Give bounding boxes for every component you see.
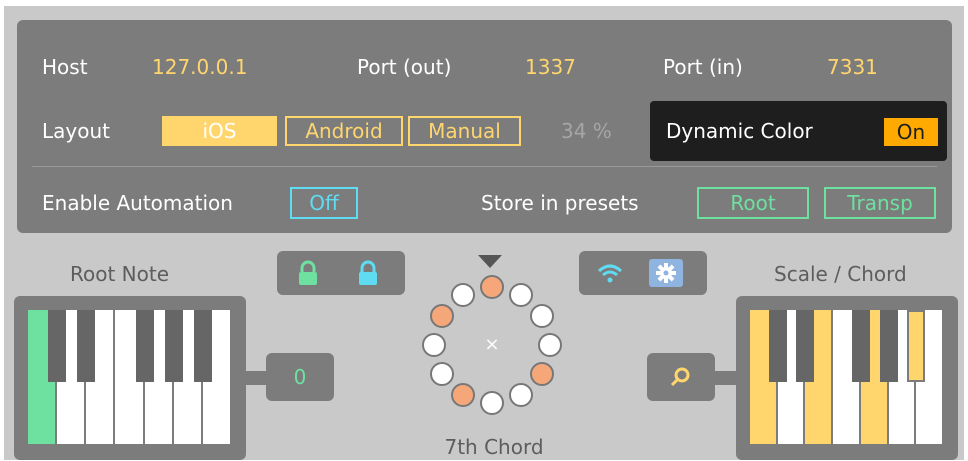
chord-note-circle[interactable] <box>422 333 446 357</box>
gear-icon[interactable] <box>649 259 683 287</box>
root-note-label: Root Note <box>70 262 170 286</box>
host-value[interactable]: 127.0.0.1 <box>152 53 247 81</box>
layout-label: Layout <box>42 119 110 143</box>
root-note-value[interactable]: 0 <box>266 353 334 401</box>
layout-option-manual[interactable]: Manual <box>408 116 521 146</box>
dynamic-color-label: Dynamic Color <box>666 119 813 143</box>
root-keyboard-frame <box>14 296 246 460</box>
black-key[interactable] <box>48 310 67 382</box>
layout-option-ios[interactable]: iOS <box>162 116 277 146</box>
preset-transp-toggle[interactable]: Transp <box>824 187 936 219</box>
black-key[interactable] <box>879 310 898 382</box>
automation-label: Enable Automation <box>42 191 233 215</box>
chord-note-circle[interactable] <box>451 383 475 408</box>
black-key[interactable] <box>164 310 183 382</box>
layout-percent: 34 % <box>561 119 612 143</box>
scale-keyboard-frame <box>736 296 958 460</box>
scale-keyboard[interactable] <box>750 310 944 444</box>
chord-note-circle[interactable] <box>509 383 533 408</box>
panel-divider <box>32 166 937 167</box>
black-key[interactable] <box>907 310 926 382</box>
automation-toggle[interactable]: Off <box>290 187 358 219</box>
chord-note-circle[interactable] <box>480 391 504 415</box>
store-presets-label: Store in presets <box>481 191 639 215</box>
lock-group <box>277 251 405 295</box>
black-key[interactable] <box>135 310 154 382</box>
host-label: Host <box>42 55 88 79</box>
sync-group <box>579 251 707 295</box>
scale-chord-label: Scale / Chord <box>774 262 907 286</box>
chord-center-symbol: × <box>484 334 500 355</box>
chord-note-circle[interactable] <box>538 333 562 357</box>
chord-note-circle[interactable] <box>530 362 555 386</box>
settings-panel: Host 127.0.0.1 Port (out) 1337 Port (in)… <box>17 20 952 233</box>
black-key[interactable] <box>796 310 815 382</box>
port-out-label: Port (out) <box>357 55 452 79</box>
chord-wheel[interactable]: × <box>420 272 564 418</box>
chord-label: 7th Chord <box>444 435 544 459</box>
port-in-value[interactable]: 7331 <box>827 53 878 81</box>
dynamic-color-box: Dynamic Color On <box>650 101 947 161</box>
device-panel: Host 127.0.0.1 Port (out) 1337 Port (in)… <box>4 6 964 460</box>
black-key[interactable] <box>851 310 870 382</box>
chord-note-circle[interactable] <box>429 362 454 386</box>
black-key[interactable] <box>77 310 96 382</box>
port-in-label: Port (in) <box>663 55 743 79</box>
preset-root-toggle[interactable]: Root <box>697 187 809 219</box>
black-key[interactable] <box>193 310 212 382</box>
search-icon <box>670 366 692 392</box>
chord-note-circle[interactable] <box>480 275 504 299</box>
lock-icon[interactable] <box>297 260 319 290</box>
chord-note-circle[interactable] <box>530 304 555 328</box>
port-out-value[interactable]: 1337 <box>525 53 576 81</box>
root-keyboard[interactable] <box>28 310 232 444</box>
chord-note-circle[interactable] <box>429 304 454 328</box>
chord-note-circle[interactable] <box>509 282 533 307</box>
black-key[interactable] <box>768 310 787 382</box>
triangle-down-icon <box>478 254 502 273</box>
scale-search-button[interactable] <box>647 353 715 401</box>
dynamic-color-toggle[interactable]: On <box>884 118 938 146</box>
layout-option-android[interactable]: Android <box>285 116 403 146</box>
wifi-icon[interactable] <box>597 261 623 289</box>
chord-note-circle[interactable] <box>451 282 475 307</box>
lock-icon[interactable] <box>357 260 379 290</box>
